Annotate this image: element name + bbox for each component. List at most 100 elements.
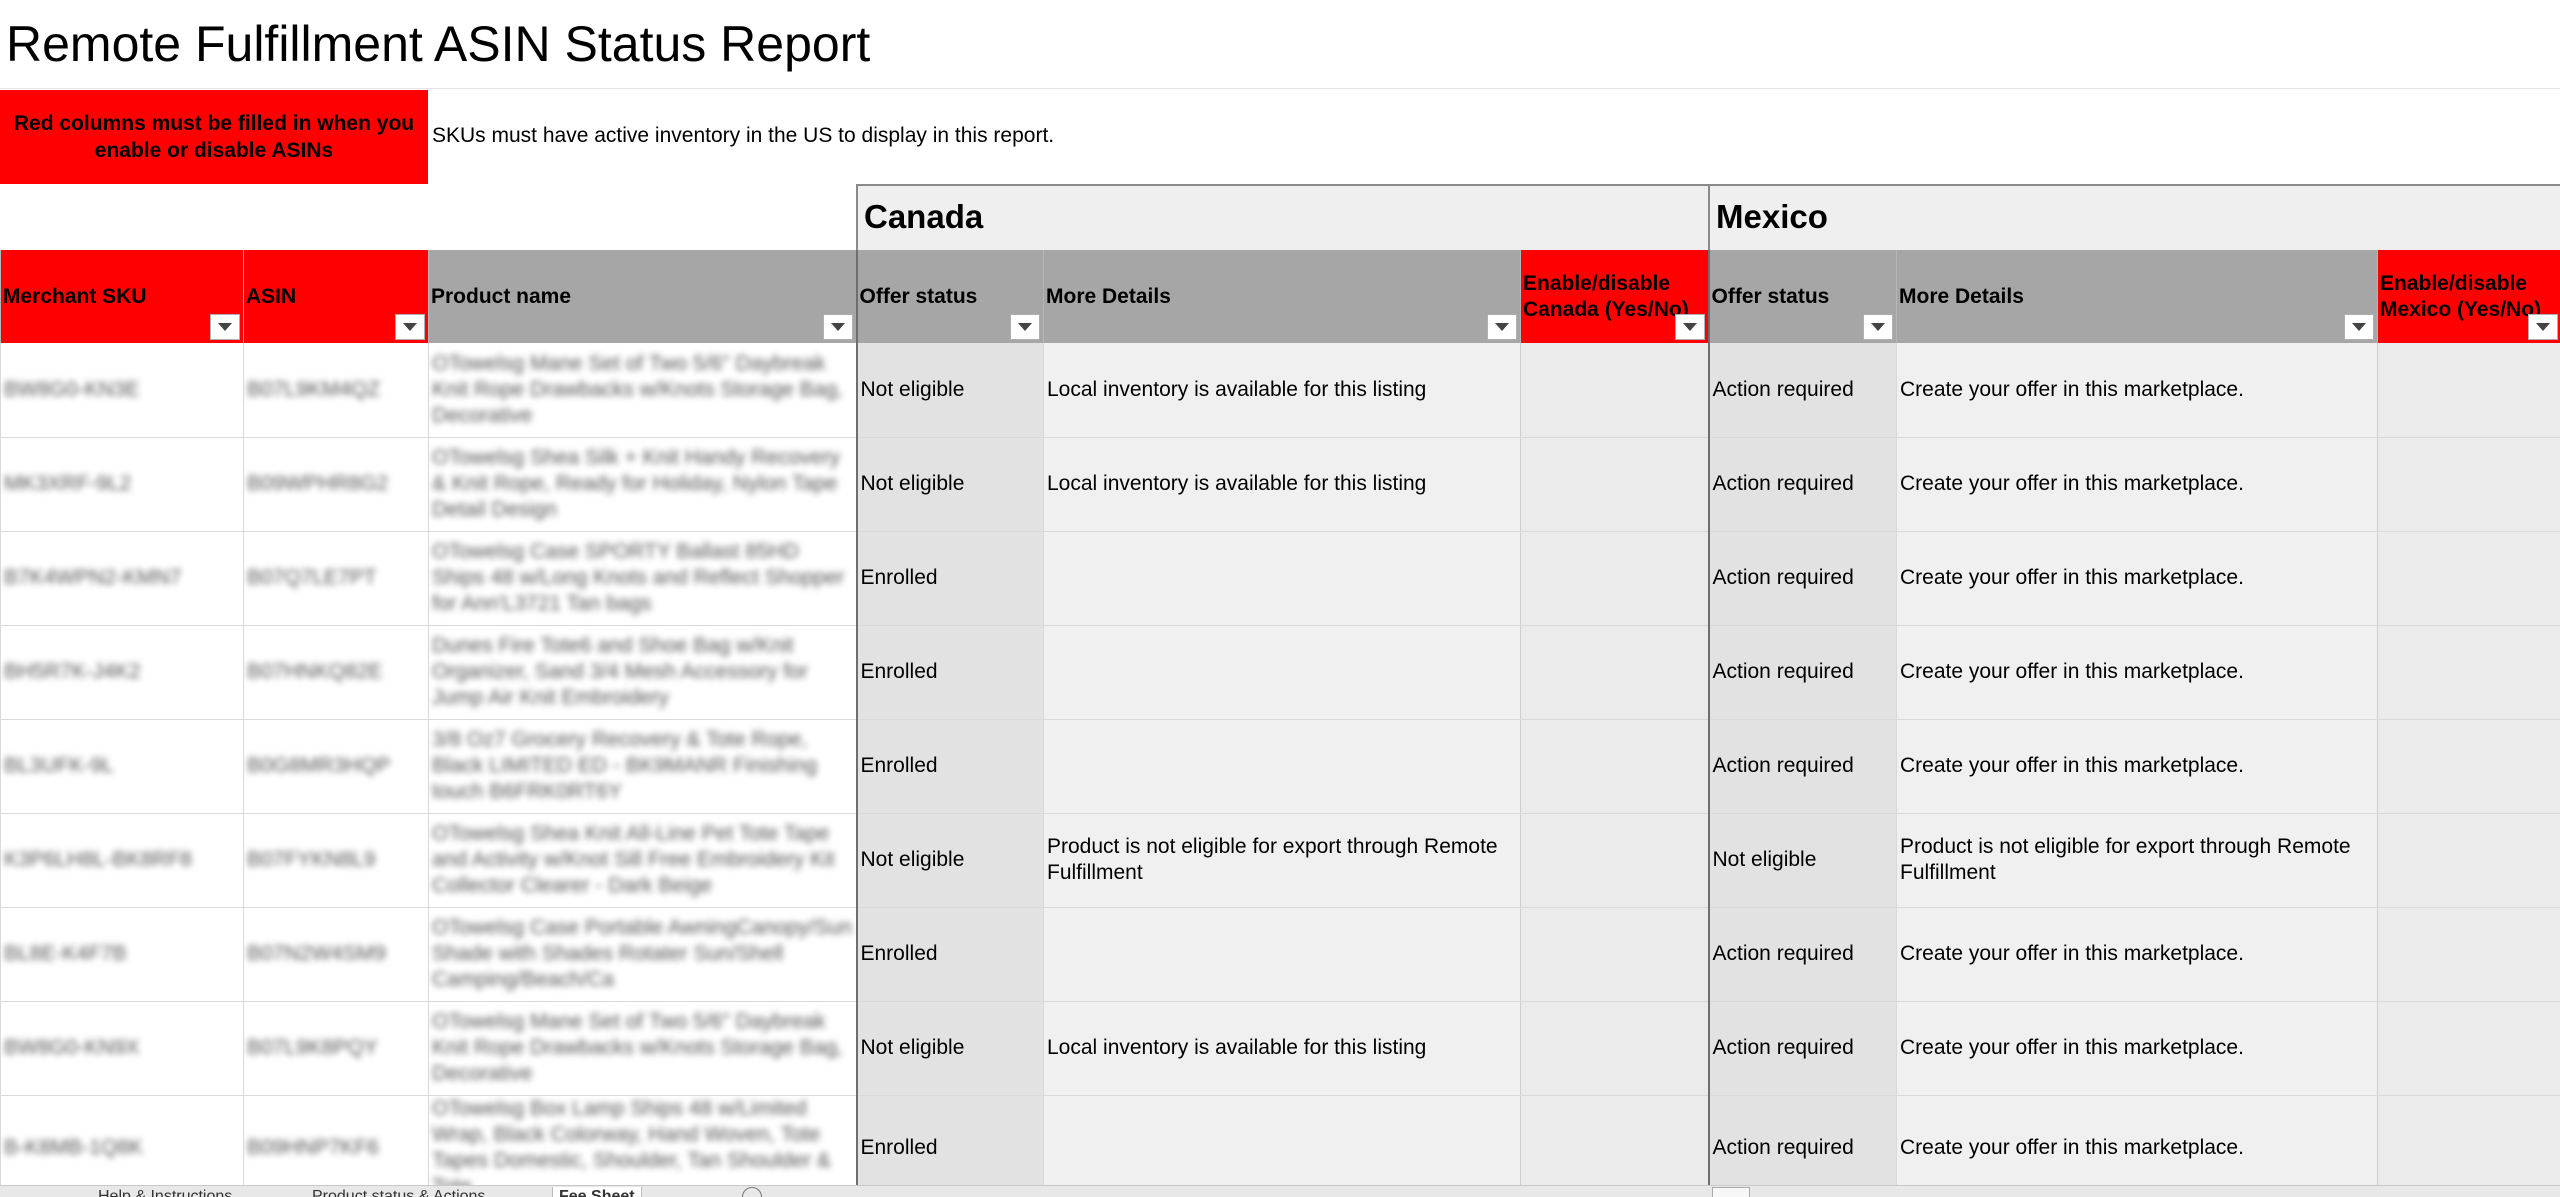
merchant-sku-cell[interactable]: MK3XRF-9L2 (1, 437, 244, 531)
canada-enable-disable-cell[interactable] (1521, 1001, 1709, 1095)
filter-dropdown-icon[interactable] (1863, 314, 1893, 340)
canada-enable-disable-cell[interactable] (1521, 813, 1709, 907)
col-mexico-offer-status[interactable]: Offer status (1709, 250, 1897, 343)
merchant-sku-cell[interactable]: K3P6LH8L-BK8RF8 (1, 813, 244, 907)
canada-offer-status-cell[interactable]: Not eligible (857, 813, 1044, 907)
mexico-more-details-cell[interactable]: Product is not eligible for export throu… (1897, 813, 2378, 907)
product-name-cell[interactable]: OTowelsg Mane Set of Two 5/6" Daybreak K… (429, 343, 857, 437)
mexico-enable-disable-cell[interactable] (2378, 813, 2560, 907)
asin-cell[interactable]: B07HNKQ82E (244, 625, 429, 719)
mexico-offer-status-cell[interactable]: Action required (1709, 437, 1897, 531)
col-mexico-enable-disable[interactable]: Enable/disableMexico (Yes/No) (2378, 250, 2560, 343)
canada-offer-status-cell[interactable]: Enrolled (857, 1095, 1044, 1185)
filter-dropdown-icon[interactable] (1010, 314, 1040, 340)
merchant-sku-cell[interactable]: BH5R7K-J4K2 (1, 625, 244, 719)
product-name-cell[interactable]: OTowelsg Case Portable AwningCanopy/Sun … (429, 907, 857, 1001)
mexico-offer-status-cell[interactable]: Not eligible (1709, 813, 1897, 907)
filter-dropdown-icon[interactable] (2344, 314, 2374, 340)
canada-enable-disable-cell[interactable] (1521, 719, 1709, 813)
canada-offer-status-cell[interactable]: Not eligible (857, 437, 1044, 531)
asin-cell[interactable]: B07L9KM4QZ (244, 343, 429, 437)
region-header-mexico[interactable]: Mexico (1708, 184, 2560, 250)
mexico-more-details-cell[interactable]: Create your offer in this marketplace. (1897, 719, 2378, 813)
mexico-offer-status-cell[interactable]: Action required (1709, 1095, 1897, 1185)
mexico-more-details-cell[interactable]: Create your offer in this marketplace. (1897, 343, 2378, 437)
merchant-sku-cell[interactable]: BW8G0-KN3E (1, 343, 244, 437)
region-header-canada[interactable]: Canada (856, 184, 1708, 250)
col-canada-enable-disable[interactable]: Enable/disableCanada (Yes/No) (1521, 250, 1709, 343)
canada-offer-status-cell[interactable]: Enrolled (857, 907, 1044, 1001)
canada-enable-disable-cell[interactable] (1521, 343, 1709, 437)
mexico-enable-disable-cell[interactable] (2378, 719, 2560, 813)
mexico-enable-disable-cell[interactable] (2378, 531, 2560, 625)
mexico-more-details-cell[interactable]: Create your offer in this marketplace. (1897, 1001, 2378, 1095)
canada-enable-disable-cell[interactable] (1521, 531, 1709, 625)
product-name-cell[interactable]: 3/8 Oz7 Grocery Recovery & Tote Rope, Bl… (429, 719, 857, 813)
canada-more-details-cell[interactable]: Local inventory is available for this li… (1044, 437, 1521, 531)
mexico-offer-status-cell[interactable]: Action required (1709, 719, 1897, 813)
asin-cell[interactable]: B0G8MR3HQP (244, 719, 429, 813)
canada-offer-status-cell[interactable]: Not eligible (857, 1001, 1044, 1095)
canada-more-details-cell[interactable] (1044, 907, 1521, 1001)
asin-cell[interactable]: B09HNP7KF6 (244, 1095, 429, 1185)
col-asin[interactable]: ASIN (244, 250, 429, 343)
mexico-enable-disable-cell[interactable] (2378, 907, 2560, 1001)
mexico-more-details-cell[interactable]: Create your offer in this marketplace. (1897, 531, 2378, 625)
asin-cell[interactable]: B09WPHR8G2 (244, 437, 429, 531)
mexico-more-details-cell[interactable]: Create your offer in this marketplace. (1897, 437, 2378, 531)
merchant-sku-cell[interactable]: BL3UFK-9L (1, 719, 244, 813)
canada-offer-status-cell[interactable]: Enrolled (857, 719, 1044, 813)
product-name-cell[interactable]: Dunes Fire Tote6 and Shoe Bag w/Knit Org… (429, 625, 857, 719)
mexico-offer-status-cell[interactable]: Action required (1709, 343, 1897, 437)
col-merchant-sku[interactable]: Merchant SKU (1, 250, 244, 343)
canada-enable-disable-cell[interactable] (1521, 907, 1709, 1001)
mexico-offer-status-cell[interactable]: Action required (1709, 531, 1897, 625)
mexico-enable-disable-cell[interactable] (2378, 437, 2560, 531)
canada-more-details-cell[interactable] (1044, 1095, 1521, 1185)
mexico-more-details-cell[interactable]: Create your offer in this marketplace. (1897, 625, 2378, 719)
merchant-sku-cell[interactable]: B-K8MB-1Q8K (1, 1095, 244, 1185)
canada-offer-status-cell[interactable]: Not eligible (857, 343, 1044, 437)
mexico-offer-status-cell[interactable]: Action required (1709, 1001, 1897, 1095)
merchant-sku-cell[interactable]: B7K4WPN2-KMN7 (1, 531, 244, 625)
filter-dropdown-icon[interactable] (2528, 314, 2558, 340)
filter-dropdown-icon[interactable] (395, 314, 425, 340)
col-canada-more-details[interactable]: More Details (1044, 250, 1521, 343)
canada-more-details-cell[interactable] (1044, 719, 1521, 813)
col-canada-offer-status[interactable]: Offer status (857, 250, 1044, 343)
filter-dropdown-icon[interactable] (1675, 314, 1705, 340)
product-name-cell[interactable]: OTowelsg Shea Silk + Knit Handy Recovery… (429, 437, 857, 531)
canada-offer-status-cell[interactable]: Enrolled (857, 625, 1044, 719)
col-product-name[interactable]: Product name (429, 250, 857, 343)
canada-offer-status-cell[interactable]: Enrolled (857, 531, 1044, 625)
mexico-more-details-cell[interactable]: Create your offer in this marketplace. (1897, 907, 2378, 1001)
product-name-cell[interactable]: OTowelsg Case SPORTY Ballast 85HD Ships … (429, 531, 857, 625)
canada-more-details-cell[interactable] (1044, 625, 1521, 719)
product-name-cell[interactable]: OTowelsg Shea Knit All-Line Pet Tote Tap… (429, 813, 857, 907)
canada-enable-disable-cell[interactable] (1521, 625, 1709, 719)
canada-more-details-cell[interactable] (1044, 531, 1521, 625)
mexico-more-details-cell[interactable]: Create your offer in this marketplace. (1897, 1095, 2378, 1185)
mexico-enable-disable-cell[interactable] (2378, 1001, 2560, 1095)
asin-cell[interactable]: B07FYKN8L9 (244, 813, 429, 907)
asin-cell[interactable]: B07N2W4SM9 (244, 907, 429, 1001)
merchant-sku-cell[interactable]: BL8E-K4F7B (1, 907, 244, 1001)
mexico-enable-disable-cell[interactable] (2378, 343, 2560, 437)
canada-more-details-cell[interactable]: Local inventory is available for this li… (1044, 343, 1521, 437)
filter-dropdown-icon[interactable] (210, 314, 240, 340)
canada-enable-disable-cell[interactable] (1521, 437, 1709, 531)
canada-enable-disable-cell[interactable] (1521, 1095, 1709, 1185)
mexico-enable-disable-cell[interactable] (2378, 625, 2560, 719)
mexico-enable-disable-cell[interactable] (2378, 1095, 2560, 1185)
filter-dropdown-icon[interactable] (1487, 314, 1517, 340)
product-name-cell[interactable]: OTowelsg Box Lamp Ships 48 w/Limited Wra… (429, 1095, 857, 1185)
asin-cell[interactable]: B07L9K8PQY (244, 1001, 429, 1095)
mexico-offer-status-cell[interactable]: Action required (1709, 625, 1897, 719)
canada-more-details-cell[interactable]: Product is not eligible for export throu… (1044, 813, 1521, 907)
mexico-offer-status-cell[interactable]: Action required (1709, 907, 1897, 1001)
product-name-cell[interactable]: OTowelsg Mane Set of Two 5/6" Daybreak K… (429, 1001, 857, 1095)
col-mexico-more-details[interactable]: More Details (1897, 250, 2378, 343)
merchant-sku-cell[interactable]: BW8G0-KN9X (1, 1001, 244, 1095)
canada-more-details-cell[interactable]: Local inventory is available for this li… (1044, 1001, 1521, 1095)
filter-dropdown-icon[interactable] (823, 314, 853, 340)
